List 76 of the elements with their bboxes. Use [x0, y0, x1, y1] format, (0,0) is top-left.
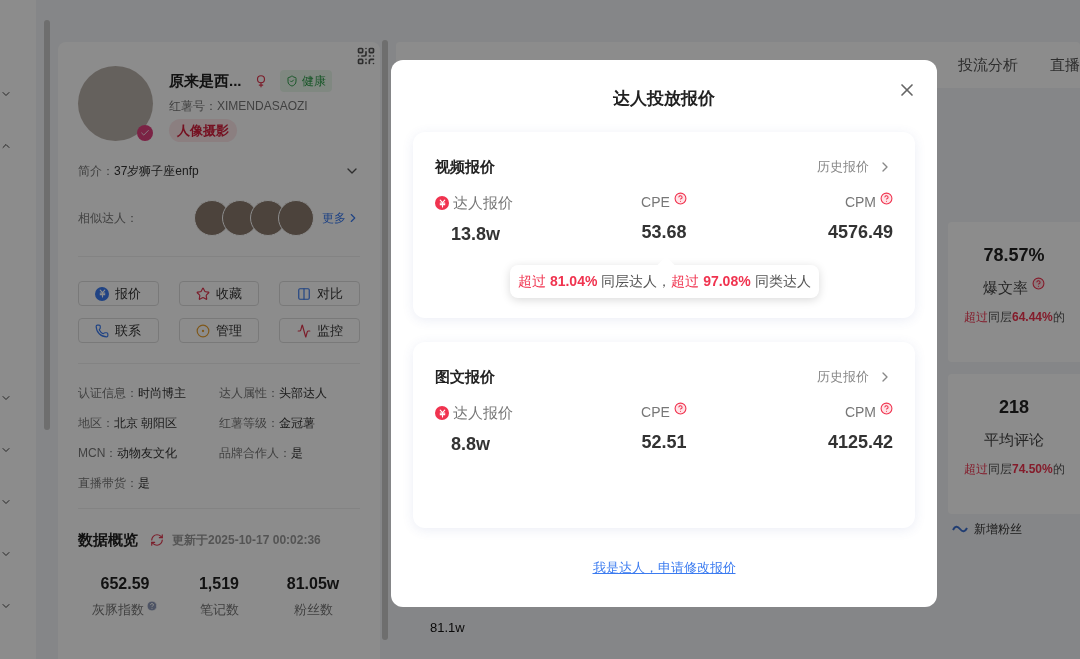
- action-button[interactable]: 监控: [279, 318, 360, 343]
- intro-text: 简介：37岁狮子座enfp: [78, 163, 199, 180]
- tab[interactable]: 直播: [1050, 53, 1080, 77]
- star-icon: [196, 286, 210, 301]
- comparison-note: 超过同层74.50%的: [964, 461, 1065, 476]
- pulse-icon: [296, 323, 311, 338]
- category-tag: 人像摄影: [169, 118, 237, 142]
- metric-value: 52.51: [641, 431, 687, 454]
- info-item: 认证信息：时尚博主: [78, 385, 187, 402]
- info-item: 达人属性：头部达人: [219, 385, 328, 402]
- account-id: 红薯号：XIMENDASAOZI: [169, 97, 309, 115]
- metric-value: 8.8w: [451, 432, 492, 456]
- stat-label: 笔记数: [199, 600, 239, 619]
- phone-icon: [95, 323, 110, 338]
- history-link[interactable]: 历史报价: [817, 157, 893, 177]
- metric-value: 13.8w: [451, 222, 502, 246]
- verified-icon: [137, 125, 153, 141]
- edit-price-link[interactable]: 我是达人，申请修改报价: [592, 557, 736, 577]
- metric-value: 53.68: [641, 221, 687, 244]
- qr-code-icon[interactable]: [356, 46, 376, 66]
- info-item: 红薯等级：金冠薯: [219, 415, 316, 432]
- yen-icon: [435, 196, 449, 211]
- legend-label: 新增粉丝: [974, 521, 1022, 538]
- info-item: MCN：动物友文化: [78, 445, 179, 462]
- axis-label: 81.1w: [430, 619, 465, 637]
- stat-label: 灰豚指数: [92, 600, 144, 619]
- refresh-icon[interactable]: [150, 533, 164, 548]
- info-item: 直播带货：是: [78, 475, 151, 492]
- scrollbar[interactable]: [44, 20, 50, 430]
- action-button[interactable]: 报价: [78, 281, 159, 306]
- stat-label: 平均评论: [984, 430, 1044, 450]
- stat-value: 81.05w: [286, 573, 340, 594]
- card-title: 图文报价: [435, 366, 495, 387]
- yen-icon: [435, 406, 449, 421]
- scrollbar[interactable]: [382, 40, 388, 640]
- circle-icon: [196, 323, 210, 338]
- more-link[interactable]: 更多: [322, 209, 360, 227]
- help-icon[interactable]: [673, 402, 687, 415]
- tab[interactable]: 投流分析: [958, 53, 1018, 77]
- stat-label: 爆文率: [983, 278, 1028, 298]
- dialog-title: 达人投放报价: [613, 88, 715, 110]
- stat-value: 1,519: [198, 573, 239, 594]
- metric-label: 达人报价: [453, 403, 513, 423]
- yen-icon: [95, 286, 110, 301]
- action-button[interactable]: 对比: [279, 281, 360, 306]
- stat-label: 粉丝数: [293, 600, 333, 619]
- stat-value: 218: [998, 396, 1029, 419]
- columns-icon: [296, 286, 311, 301]
- action-button[interactable]: 联系: [78, 318, 159, 343]
- metric-value: 4125.42: [827, 431, 893, 454]
- wave-icon: [952, 524, 968, 534]
- help-icon[interactable]: [880, 192, 893, 205]
- metric-label: CPE: [641, 193, 670, 212]
- metric-label: CPE: [641, 403, 670, 422]
- metric-label: CPM: [844, 193, 876, 212]
- metric-label: CPM: [844, 403, 876, 422]
- creator-name: 原来是西...: [169, 71, 242, 91]
- help-icon[interactable]: [1032, 277, 1045, 290]
- similar-label: 相似达人：: [78, 210, 139, 227]
- help-icon[interactable]: [880, 402, 893, 415]
- tooltip-text: 超过 81.04% 同层达人，超过 97.08% 同类达人: [518, 272, 811, 289]
- info-item: 品牌合作人：是: [219, 445, 304, 462]
- metric-label: 达人报价: [453, 193, 513, 213]
- health-badge: 健康: [279, 70, 332, 93]
- section-title: 数据概览: [78, 530, 138, 550]
- comparison-note: 超过同层64.44%的: [964, 309, 1065, 324]
- similar-avatar[interactable]: [278, 200, 314, 236]
- metric-value: 4576.49: [827, 221, 893, 244]
- help-icon[interactable]: [673, 192, 687, 205]
- stat-value: 78.57%: [983, 244, 1045, 267]
- stat-value: 652.59: [100, 573, 150, 594]
- action-button[interactable]: 收藏: [178, 281, 260, 306]
- info-item: 地区：北京 朝阳区: [78, 415, 179, 432]
- card-title: 视频报价: [435, 156, 495, 177]
- action-button[interactable]: 管理: [178, 318, 260, 343]
- history-link[interactable]: 历史报价: [817, 367, 893, 387]
